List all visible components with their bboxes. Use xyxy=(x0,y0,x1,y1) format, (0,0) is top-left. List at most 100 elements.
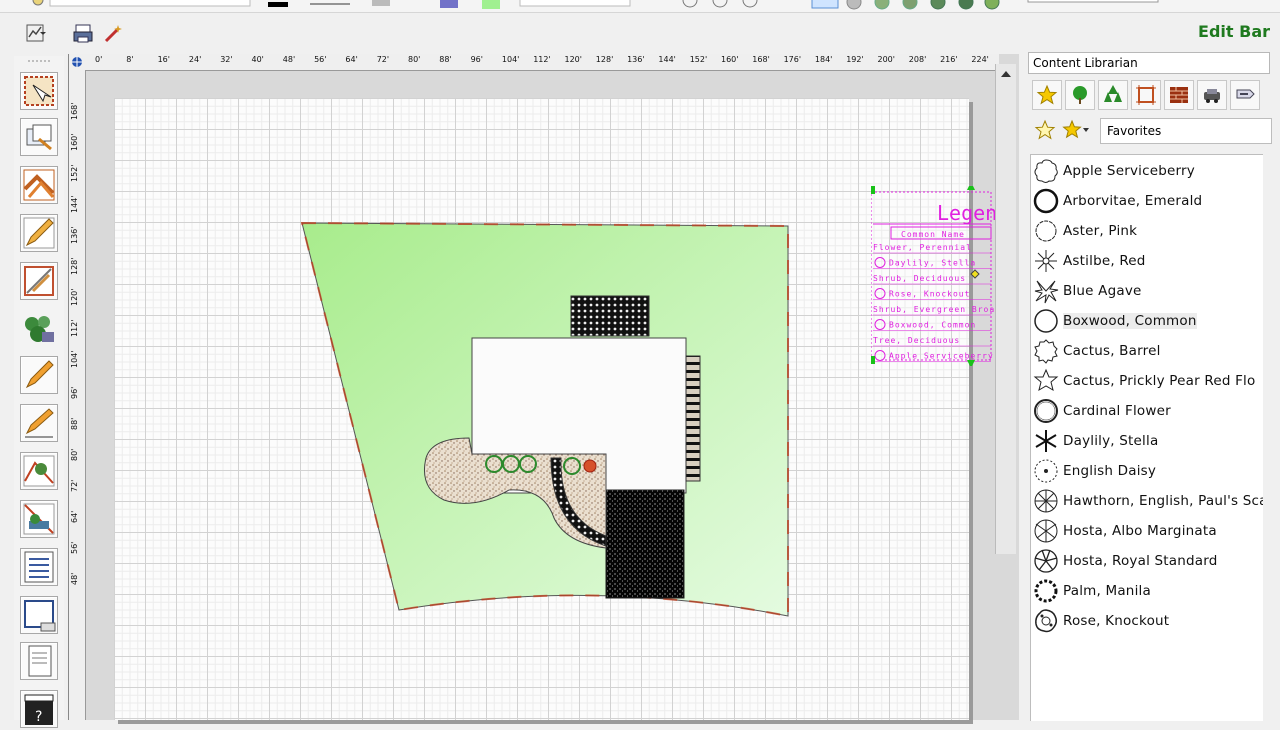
trees-icon xyxy=(1104,85,1122,102)
plant-list-item[interactable]: Palm, Manila xyxy=(1031,577,1263,605)
plant-name: Hawthorn, English, Paul's Sca xyxy=(1063,493,1263,509)
terrain-icon xyxy=(23,455,55,487)
agave-symbol-icon xyxy=(1034,280,1059,304)
terrain-tool-button[interactable] xyxy=(20,452,58,490)
line-tool-button[interactable] xyxy=(20,356,58,394)
clapperboard-help-icon: ? xyxy=(24,694,54,725)
roof-tool-button[interactable] xyxy=(20,166,58,204)
plant-list-item[interactable]: Blue Agave xyxy=(1031,277,1263,305)
ruler-tick-label: 176' xyxy=(783,55,802,64)
ruler-tick-label: 120' xyxy=(70,288,79,306)
blank-page-tool-button[interactable] xyxy=(20,596,58,634)
driveway-pad[interactable] xyxy=(605,489,685,599)
design-canvas[interactable]: 0' 8' 16' 24' 32' 40' 48' 56' 64' 72' 80' 88' 96' 104… xyxy=(68,54,1019,720)
palm-symbol-icon xyxy=(1034,579,1058,603)
boxwood-symbol-icon xyxy=(1034,309,1058,333)
top-toolbar xyxy=(0,0,1280,13)
hawthorn-symbol-icon xyxy=(1034,489,1058,513)
plant-list-button[interactable] xyxy=(20,548,58,586)
ruler-tick-label: 160' xyxy=(721,55,739,64)
plant-list-item[interactable]: Aster, Pink xyxy=(1031,217,1263,245)
category-materials-tab[interactable] xyxy=(1164,80,1194,110)
legend-symbol-icon xyxy=(874,257,886,268)
landscape-plan[interactable] xyxy=(114,98,969,720)
ruler-tick-label: 136' xyxy=(70,226,79,244)
category-evergreens-tab[interactable] xyxy=(1098,80,1128,110)
resize-tool-button[interactable] xyxy=(20,262,58,300)
hosta-royal-symbol-icon xyxy=(1034,549,1058,573)
print-button[interactable] xyxy=(72,22,94,44)
content-librarian-panel: Content Librarian Favorites Apple Servic… xyxy=(1024,50,1280,721)
list-report-icon xyxy=(24,551,54,583)
plant-name: Cardinal Flower xyxy=(1063,403,1171,419)
select-tool-button[interactable] xyxy=(20,72,58,110)
ruler-tick-label: 0' xyxy=(95,55,103,64)
ruler-tick-label: 144' xyxy=(70,195,79,213)
ruler-tick-label: 80' xyxy=(408,55,421,64)
edit-bar-label[interactable]: Edit Bar xyxy=(1198,22,1270,41)
ruler-tick-label: 88' xyxy=(70,417,79,430)
page-icon xyxy=(24,600,56,632)
draw-object-tool-button[interactable] xyxy=(20,118,58,156)
rose-symbol-icon xyxy=(1035,609,1058,633)
favorites-menu-button[interactable] xyxy=(1062,119,1092,141)
tools-icon xyxy=(1236,89,1255,99)
plant-list-item[interactable]: Cactus, Prickly Pear Red Flo xyxy=(1031,367,1263,395)
legend-header: Common Name xyxy=(901,230,965,239)
ruler-tick-label: 96' xyxy=(70,386,79,399)
category-structures-tab[interactable] xyxy=(1131,80,1161,110)
elevation-tool-button[interactable] xyxy=(20,500,58,538)
plant-legend[interactable]: Legend Common Name Flower, Perennial Dayl… xyxy=(871,186,1001,366)
plant-list-item[interactable]: Arborvitae, Emerald xyxy=(1031,187,1263,215)
favorites-selector[interactable]: Favorites xyxy=(1100,118,1272,144)
magic-wand-button[interactable] xyxy=(102,22,124,44)
plant-list[interactable]: Apple Serviceberry Arborvitae, Emerald Ast… xyxy=(1030,154,1263,721)
plant-tool-button[interactable] xyxy=(20,310,56,346)
ruler-tick-label: 48' xyxy=(70,572,79,585)
pencil-tool-button[interactable] xyxy=(20,214,58,252)
plant-list-item[interactable]: Cactus, Barrel xyxy=(1031,337,1263,365)
plant-list-item[interactable]: Hosta, Albo Marginata xyxy=(1031,517,1263,545)
ruler-tick-label: 72' xyxy=(70,479,79,492)
pencil-measure-icon xyxy=(25,408,54,438)
plant-list-item[interactable]: Boxwood, Common xyxy=(1031,307,1263,335)
patio-top[interactable] xyxy=(570,295,650,337)
ruler-tick-label: 24' xyxy=(188,55,202,64)
category-vehicles-tab[interactable] xyxy=(1197,80,1227,110)
resize-square-icon xyxy=(24,266,54,296)
view-options-icon xyxy=(26,24,46,42)
legend-row: Shrub, Evergreen Broadleaf xyxy=(873,305,1001,314)
ruler-tick-label: 64' xyxy=(345,55,358,64)
ruler-tick-label: 152' xyxy=(689,55,708,64)
plant-name: Astilbe, Red xyxy=(1063,253,1146,269)
ruler-tick-label: 192' xyxy=(846,55,864,64)
category-trees-tab[interactable] xyxy=(1065,80,1095,110)
category-favorites-tab[interactable] xyxy=(1032,80,1062,110)
side-walk[interactable] xyxy=(685,355,701,482)
category-tools-tab[interactable] xyxy=(1230,80,1260,110)
plant-list-item[interactable]: Hosta, Royal Standard xyxy=(1031,547,1263,575)
rose-shrub[interactable] xyxy=(583,459,597,473)
scroll-up-icon[interactable] xyxy=(996,64,1016,84)
add-favorite-button[interactable] xyxy=(1034,119,1056,141)
ruler-tick-label: 96' xyxy=(470,55,483,64)
drawing-sheet[interactable]: Legend Common Name Flower, Perennial Dayl… xyxy=(114,98,1001,720)
plant-list-item[interactable]: Astilbe, Red xyxy=(1031,247,1263,275)
plant-list-item[interactable]: Daylily, Stella xyxy=(1031,427,1263,455)
plant-list-item[interactable]: English Daisy xyxy=(1031,457,1263,485)
star-icon xyxy=(1036,84,1058,105)
vertical-scrollbar[interactable] xyxy=(995,64,1016,554)
astilbe-symbol-icon xyxy=(1035,250,1057,272)
ruler-tick-label: 56' xyxy=(314,55,327,64)
legend-symbol-icon xyxy=(874,319,886,330)
ruler-tick-label: 40' xyxy=(251,55,264,64)
help-video-button[interactable]: ? xyxy=(20,690,58,728)
plant-list-item[interactable]: Hawthorn, English, Paul's Sca xyxy=(1031,487,1263,515)
measure-tool-button[interactable] xyxy=(20,404,58,442)
document-tool-button[interactable] xyxy=(20,642,58,680)
plant-list-item[interactable]: Rose, Knockout xyxy=(1031,607,1263,635)
plant-list-item[interactable]: Apple Serviceberry xyxy=(1031,157,1263,185)
plant-name: Daylily, Stella xyxy=(1063,433,1159,449)
view-options-button[interactable] xyxy=(24,22,46,44)
plant-list-item[interactable]: Cardinal Flower xyxy=(1031,397,1263,425)
